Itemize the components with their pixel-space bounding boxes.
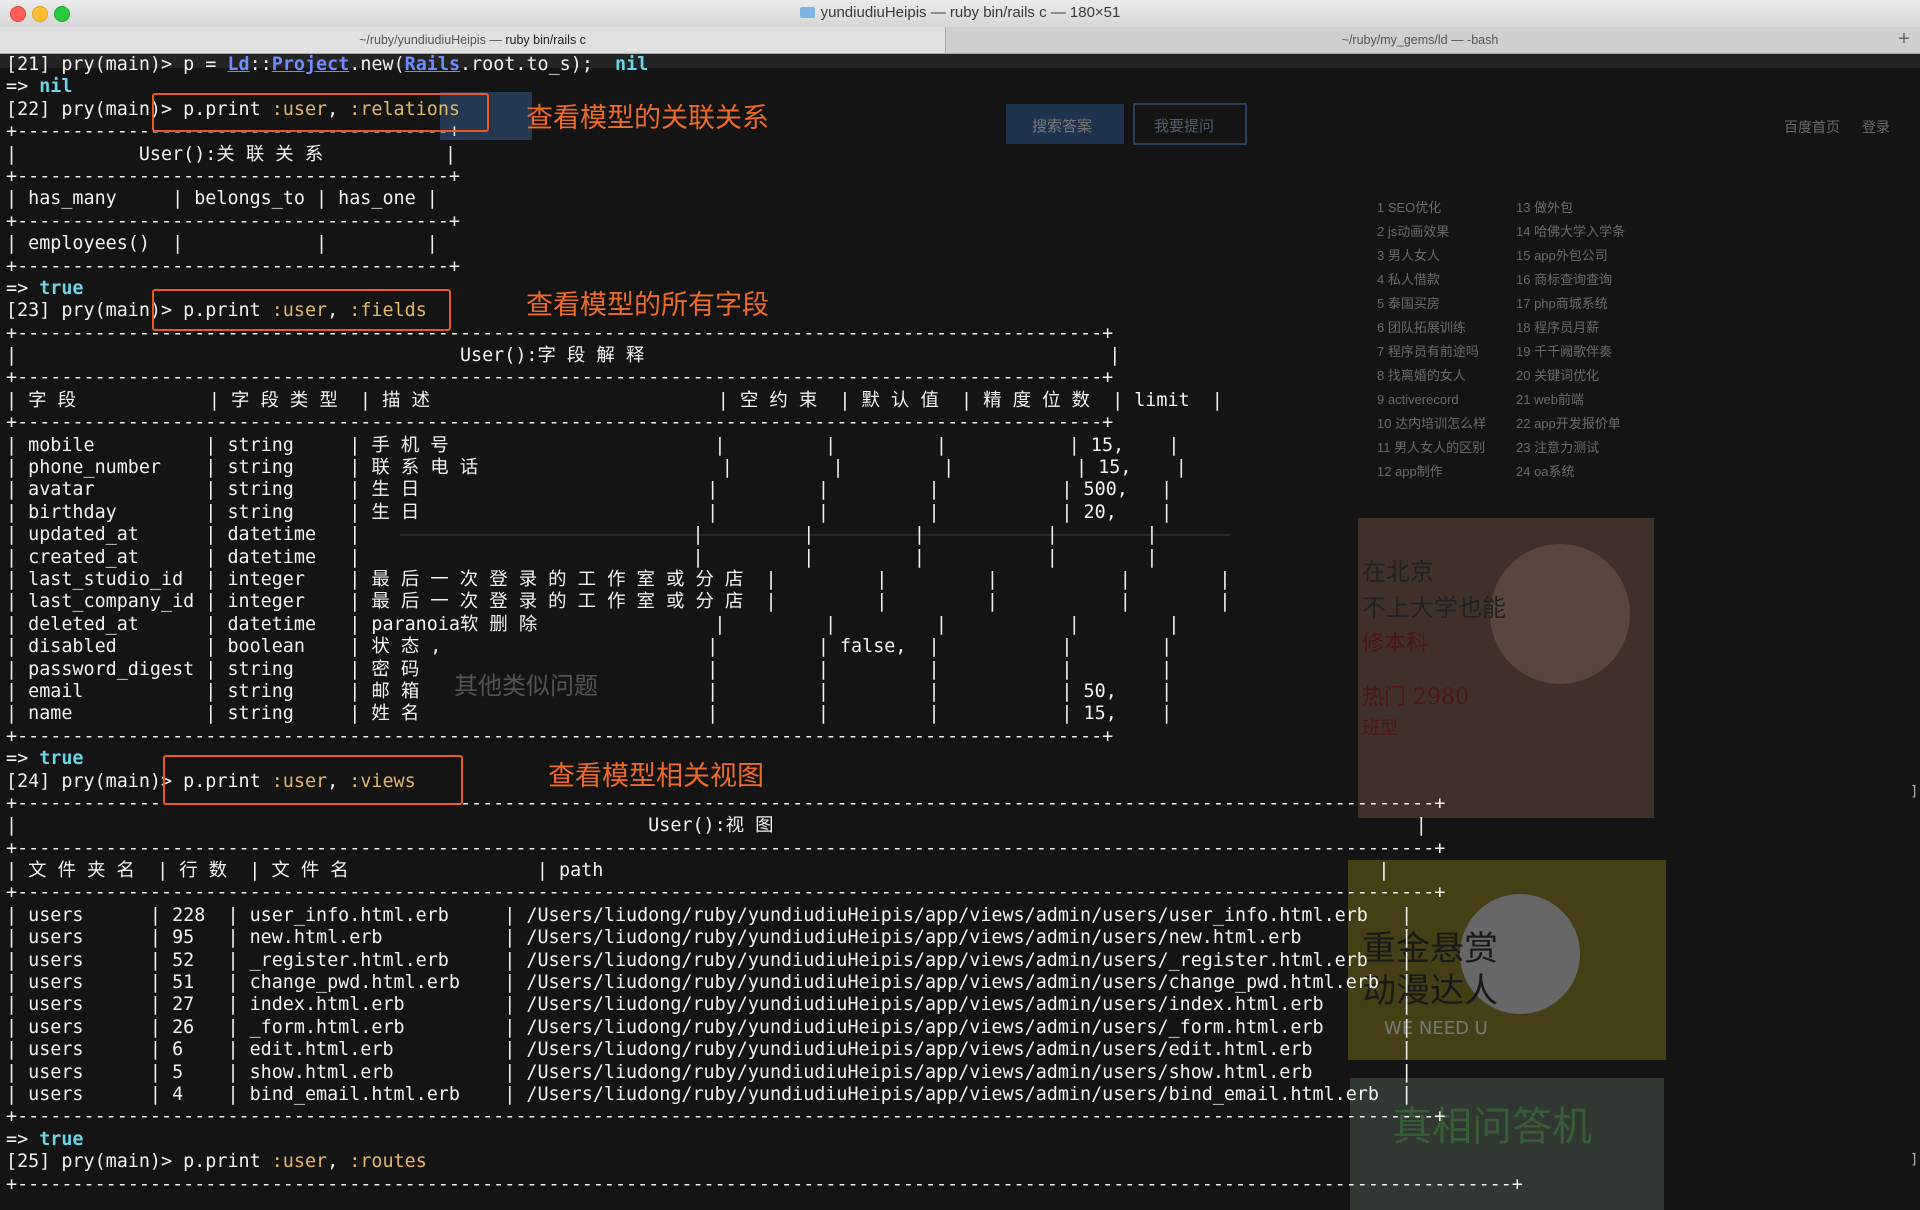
table-line: +---------------------------------------… (6, 882, 1446, 904)
views-highlight-box (163, 755, 463, 805)
bg-text: 24 oa系统 (1516, 464, 1575, 479)
table-line: | users | 52 | _register.html.erb | /Use… (6, 949, 1413, 971)
table-line: | 字 段 | 字 段 类 型 | 描 述 | 空 约 束 | 默 认 值 | … (6, 389, 1223, 411)
tab-command: ruby bin/rails c (505, 33, 586, 47)
table-line: | mobile | string | 手 机 号 | | | | 15, | (6, 434, 1180, 456)
tab-bash[interactable]: ~/ruby/my_gems/ld — -bash (946, 27, 1894, 53)
views-annotation: 查看模型相关视图 (548, 761, 764, 792)
tab-command: -bash (1467, 33, 1499, 47)
table-line: | avatar | string | 生 日 | | | | 500, | (6, 479, 1173, 501)
bg-text: 19 千千阙歌伴奏 (1516, 344, 1612, 359)
bg-text: 23 注意力测试 (1516, 440, 1599, 455)
table-line: | users | 228 | user_info.html.erb | /Us… (6, 904, 1413, 926)
table-line: | users | 95 | new.html.erb | /Users/liu… (6, 927, 1413, 949)
prompt-line: [25] pry(main)> p.print :user, :routes (6, 1151, 427, 1173)
table-line: | 文 件 夹 名 | 行 数 | 文 件 名 | path | (6, 860, 1390, 882)
tab-path: ~/ruby/my_gems/ld — (1341, 33, 1468, 47)
table-line: +---------------------------------------… (6, 725, 1114, 747)
bg-nav-home: 百度首页 (1784, 119, 1840, 135)
bg-text: 22 app开发报价单 (1516, 416, 1621, 431)
table-line: | User():视 图 | (6, 815, 1427, 837)
bg-text: 17 php商城系统 (1516, 296, 1608, 311)
bg-text: 20 关键词优化 (1516, 368, 1599, 383)
table-line: | users | 51 | change_pwd.html.erb | /Us… (6, 972, 1413, 994)
table-line: +---------------------------------------… (6, 210, 460, 232)
table-line: +---------------------------------------… (6, 367, 1114, 389)
table-line: | users | 26 | _form.html.erb | /Users/l… (6, 1016, 1413, 1038)
table-line: | User():关 联 关 系 | (6, 143, 457, 165)
bg-text: 16 商标查询查询 (1516, 272, 1612, 287)
table-line: | created_at | datetime | | | | | | (6, 546, 1158, 568)
bg-text: 15 app外包公司 (1516, 248, 1608, 263)
table-line: +---------------------------------------… (6, 1106, 1446, 1128)
table-line: | disabled | boolean | 状 态 , | | false, … (6, 636, 1173, 658)
bg-nav-login: 登录 (1862, 119, 1890, 135)
table-line: | password_digest | string | 密 码 | | | |… (6, 658, 1173, 680)
table-line: | name | string | 姓 名 | | | | 15, | (6, 703, 1173, 725)
window-title: yundiudiuHeipis — ruby bin/rails c — 180… (0, 4, 1920, 21)
relations-annotation: 查看模型的关联关系 (526, 103, 769, 134)
scroll-marker: ] (1910, 784, 1919, 800)
table-line: +---------------------------------------… (6, 837, 1446, 859)
table-line: | users | 27 | index.html.erb | /Users/l… (6, 994, 1413, 1016)
table-line: +---------------------------------------… (6, 255, 460, 277)
relations-highlight-box (152, 93, 489, 132)
terminal-output: [21] pry(main)> p = Ld::Project.new(Rail… (6, 54, 1523, 1196)
table-line: | last_company_id | integer | 最 后 一 次 登 … (6, 591, 1231, 613)
tab-bar: ~/ruby/yundiudiuHeipis — ruby bin/rails … (0, 27, 1920, 54)
bg-text: 18 程序员月薪 (1516, 320, 1599, 335)
tab-path: ~/ruby/yundiudiuHeipis — (359, 33, 506, 47)
tab-rails-console[interactable]: ~/ruby/yundiudiuHeipis — ruby bin/rails … (0, 27, 946, 53)
table-line: | email | string | 邮 箱 | | | | 50, | (6, 680, 1173, 702)
table-line: +---------------------------------------… (6, 412, 1114, 434)
result-line: => true (6, 1128, 84, 1150)
table-line: | User():字 段 解 释 | (6, 345, 1121, 367)
table-line: | employees() | | | (6, 233, 438, 255)
table-line: | deleted_at | datetime | paranoia软 删 除 … (6, 613, 1180, 635)
table-line: | has_many | belongs_to | has_one | (6, 188, 438, 210)
bg-text: 21 web前端 (1516, 392, 1584, 407)
new-tab-button[interactable]: + (1894, 27, 1914, 51)
table-line: | birthday | string | 生 日 | | | | 20, | (6, 501, 1173, 523)
table-line: +---------------------------------------… (6, 165, 460, 187)
table-line: | users | 6 | edit.html.erb | /Users/liu… (6, 1039, 1413, 1061)
bg-text: 14 哈佛大学入学条 (1516, 224, 1625, 239)
table-line: | updated_at | datetime | | | | | | (6, 524, 1158, 546)
prompt-line: [21] pry(main)> p = Ld::Project.new(Rail… (6, 54, 649, 75)
table-line: | users | 5 | show.html.erb | /Users/liu… (6, 1061, 1413, 1083)
table-line: | phone_number | string | 联 系 电 话 | | | … (6, 457, 1187, 479)
bg-text: 13 做外包 (1516, 200, 1573, 215)
window-titlebar: yundiudiuHeipis — ruby bin/rails c — 180… (0, 0, 1920, 28)
table-line: | last_studio_id | integer | 最 后 一 次 登 录… (6, 568, 1231, 590)
table-line: | users | 4 | bind_email.html.erb | /Use… (6, 1083, 1413, 1105)
scroll-marker: ] (1910, 1152, 1919, 1168)
fields-highlight-box (152, 289, 451, 331)
table-line: +---------------------------------------… (6, 1173, 1523, 1195)
terminal-pane[interactable]: 1 SEO优化 2 js动画效果 3 男人女人 4 私人借款 5 泰国买房 6 … (0, 54, 1920, 1210)
folder-icon (799, 7, 815, 18)
fields-annotation: 查看模型的所有字段 (526, 290, 769, 321)
